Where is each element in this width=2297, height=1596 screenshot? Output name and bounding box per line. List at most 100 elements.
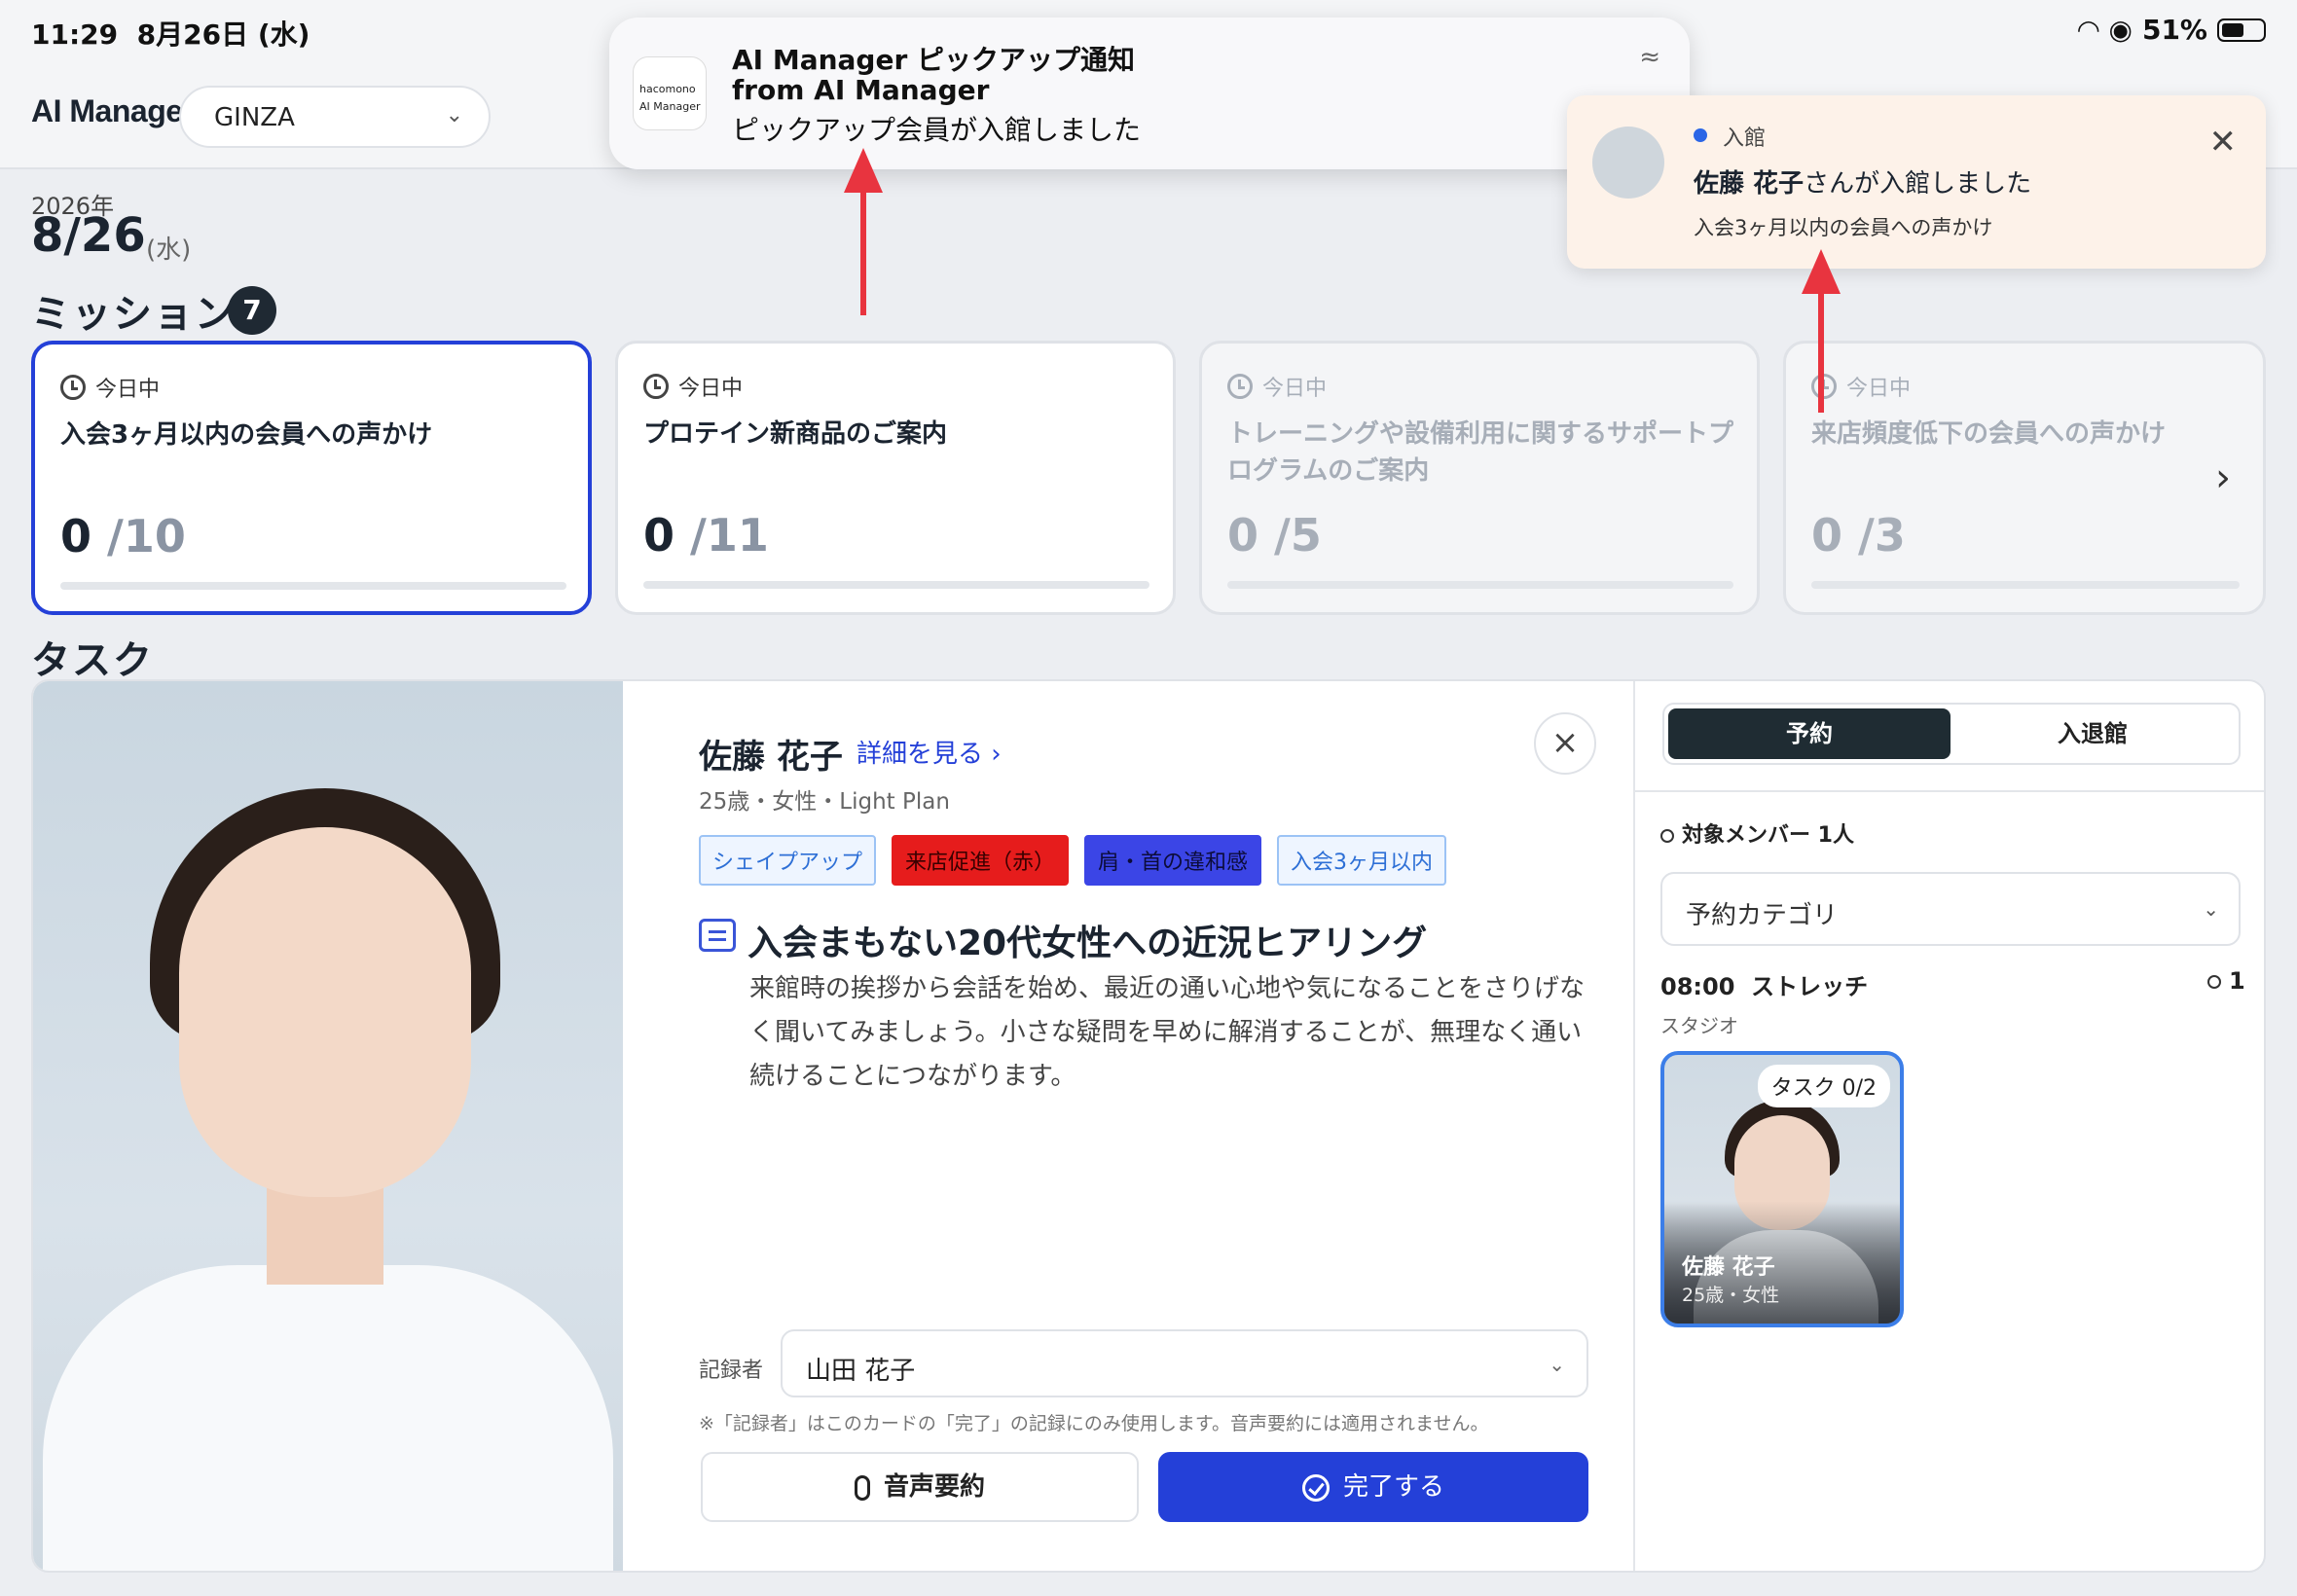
member-meta: 25歳・女性・Light Plan	[699, 789, 950, 815]
mission-card[interactable]: 今日中 入会3ヶ月以内の会員への声かけ 0 /10	[31, 341, 592, 615]
tab-reservation[interactable]: 予約	[1668, 708, 1951, 759]
mission-progress-bar	[643, 581, 1149, 589]
tag: シェイプアップ	[699, 835, 877, 886]
mission-card[interactable]: 今日中 来店頻度低下の会員への声かけ 0 /3	[1783, 341, 2266, 615]
mission-count-badge: 7	[228, 286, 276, 335]
member-card[interactable]: タスク 0/2 佐藤 花子 25歳・女性	[1660, 1051, 1904, 1327]
detail-link[interactable]: 詳細を見る ›	[857, 734, 1002, 770]
status-right: ◠ ◉ 51%	[2078, 14, 2266, 46]
voice-summary-button[interactable]: 音声要約	[701, 1452, 1139, 1522]
member-card-name: 佐藤 花子	[1682, 1255, 1775, 1280]
category-placeholder: 予約カテゴリ	[1686, 901, 1839, 930]
mission-progress: 0 /10	[60, 510, 186, 562]
annotation-arrow-head	[1802, 249, 1841, 294]
member-name: 佐藤 花子	[699, 738, 843, 777]
annotation-arrow-head	[844, 148, 883, 193]
status-dot	[1694, 128, 1707, 142]
notification-body: ピックアップ会員が入館しました	[732, 114, 1142, 146]
chevron-down-icon: ⌄	[1549, 1353, 1565, 1376]
wifi-icon: ◠	[2077, 14, 2099, 46]
tag: 肩・首の違和感	[1084, 835, 1262, 886]
mission-title: 来店頻度低下の会員への声かけ	[1811, 419, 2167, 449]
message-icon	[699, 919, 736, 952]
mute-icon: ≈	[1639, 43, 1660, 72]
mission-deadline: 今日中	[1811, 371, 1911, 402]
check-circle-icon	[1301, 1473, 1330, 1502]
notification-title: AI Manager ピックアップ通知	[732, 44, 1136, 76]
complete-button[interactable]: 完了する	[1158, 1452, 1588, 1522]
mission-progress: 0 /3	[1811, 509, 1906, 562]
member-card-meta: 25歳・女性	[1682, 1285, 1780, 1306]
mission-progress-bar	[60, 582, 566, 590]
reservation-category-select[interactable]: 予約カテゴリ ⌄	[1660, 872, 2241, 946]
avatar	[1592, 127, 1664, 199]
recorder-select[interactable]: 山田 花子 ⌄	[781, 1329, 1588, 1397]
close-icon: ×	[1550, 723, 1580, 762]
microphone-icon	[854, 1474, 870, 1501]
clock-icon	[643, 374, 669, 399]
schedule-place: スタジオ	[1660, 1014, 1738, 1037]
tab-checkin[interactable]: 入退館	[1951, 708, 2235, 759]
member-card-task-badge: タスク 0/2	[1757, 1065, 1890, 1107]
member-photo-shirt	[43, 1265, 613, 1571]
battery-percent: 51%	[2141, 14, 2207, 46]
chevron-right-icon[interactable]: ›	[2215, 455, 2231, 500]
chevron-right-icon: ›	[991, 740, 1002, 769]
notification-source: from AI Manager	[732, 74, 990, 106]
recorder-label: 記録者	[699, 1359, 764, 1383]
mission-progress-bar	[1227, 581, 1733, 589]
app-icon: hacomono AI Manager	[633, 56, 707, 130]
close-icon[interactable]: ✕	[2209, 123, 2238, 162]
notification-type: 入館	[1723, 127, 1767, 151]
annotation-arrow	[860, 185, 866, 315]
mission-deadline: 今日中	[1227, 371, 1327, 402]
checkin-notification[interactable]: 入館 佐藤 花子さんが入館しました 入会3ヶ月以内の会員への声かけ ✕	[1567, 95, 2266, 269]
chevron-down-icon: ⌄	[445, 103, 463, 127]
store-select-value: GINZA	[214, 103, 295, 132]
mission-deadline: 今日中	[60, 372, 160, 403]
date-weekday: (水)	[146, 236, 192, 265]
system-notification-banner[interactable]: hacomono AI Manager AI Manager ピックアップ通知 …	[609, 18, 1690, 169]
mission-title: 入会3ヶ月以内の会員への声かけ	[60, 420, 433, 450]
person-icon	[2207, 975, 2221, 989]
person-icon	[1660, 829, 1674, 843]
schedule-title: 08:00 ストレッチ	[1660, 973, 1869, 1000]
ai-suggestion-body: 来館時の挨拶から会話を始め、最近の通い心地や気になることをさりげなく聞いてみまし…	[749, 974, 1586, 1091]
task-section-title: タスク	[31, 638, 154, 683]
status-time: 11:29 8月26日 (水)	[31, 18, 310, 51]
clock-icon	[1811, 374, 1837, 399]
mission-card[interactable]: 今日中 プロテイン新商品のご案内 0 /11	[615, 341, 1176, 615]
orientation-lock-icon: ◉	[2108, 14, 2133, 46]
mission-progress-bar	[1811, 581, 2240, 589]
recorder-note: ※「記録者」はこのカードの「完了」の記録にのみ使用します。音声要約には適用されま…	[699, 1413, 1489, 1434]
panel-divider	[1633, 681, 1635, 1571]
member-photo-face	[179, 827, 471, 1197]
app-title: AI Manager	[31, 93, 195, 128]
battery-icon	[2217, 18, 2266, 42]
member-tags: シェイプアップ 来店促進（赤） 肩・首の違和感 入会3ヶ月以内	[699, 835, 1447, 886]
store-select[interactable]: GINZA ⌄	[179, 86, 491, 148]
side-divider	[1635, 790, 2264, 792]
notification-sub: 入会3ヶ月以内の会員への声かけ	[1694, 216, 1993, 239]
ai-suggestion-title: 入会まもない20代女性への近況ヒアリング	[747, 924, 1428, 963]
close-button[interactable]: ×	[1534, 712, 1596, 775]
mission-title: トレーニングや設備利用に関するサポートプログラムのご案内	[1227, 419, 1734, 486]
annotation-arrow	[1818, 288, 1824, 413]
missions-title: ミッション	[31, 292, 236, 337]
clock-icon	[60, 375, 86, 400]
recorder-value: 山田 花子	[806, 1357, 916, 1386]
date-day: 8/26	[31, 208, 146, 263]
tag: 来店促進（赤）	[892, 835, 1070, 886]
mission-progress: 0 /11	[643, 509, 769, 562]
clock-icon	[1227, 374, 1253, 399]
notification-message: 佐藤 花子さんが入館しました	[1694, 169, 2032, 199]
mission-title: プロテイン新商品のご案内	[643, 419, 948, 449]
member-photo	[33, 681, 623, 1571]
tag: 入会3ヶ月以内	[1277, 835, 1447, 886]
side-tabs: 予約 入退館	[1662, 703, 2241, 765]
schedule-count: 1	[2207, 967, 2245, 995]
mission-progress: 0 /5	[1227, 509, 1322, 562]
task-panel: 佐藤 花子 詳細を見る › 25歳・女性・Light Plan × シェイプアッ…	[31, 679, 2266, 1573]
mission-card[interactable]: 今日中 トレーニングや設備利用に関するサポートプログラムのご案内 0 /5	[1199, 341, 1760, 615]
target-members-label: 対象メンバー 1人	[1660, 817, 1854, 849]
